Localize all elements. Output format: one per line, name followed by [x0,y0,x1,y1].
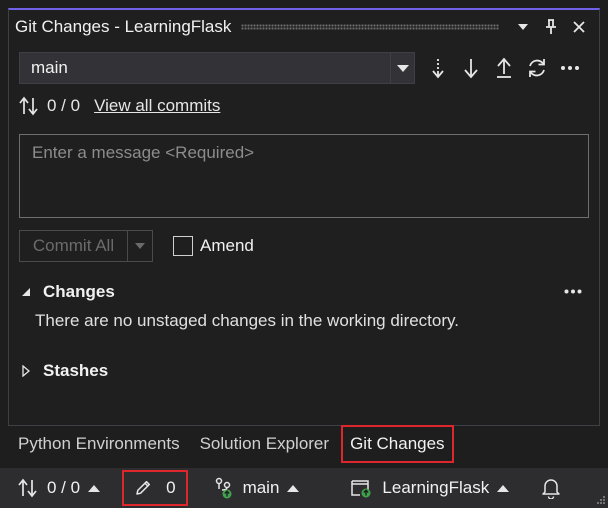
tab-git-changes[interactable]: Git Changes [341,425,454,463]
caret-up-icon [88,484,101,492]
caret-up-icon [287,484,300,492]
status-branch-name: main [242,478,280,497]
caret-down-icon [396,64,409,72]
commit-options-dropdown[interactable] [128,231,152,261]
more-icon [564,289,582,293]
repository-icon [351,480,371,498]
commit-row: Commit All Amend [19,230,254,262]
commit-count: 0 / 0 [47,96,81,115]
tool-window-tabs: Python Environments Solution Explorer Gi… [8,425,600,463]
status-branch[interactable]: main [214,468,300,508]
branch-icon [215,477,232,499]
incoming-outgoing-icon [18,478,37,498]
changes-empty-message: There are no unstaged changes in the wor… [35,311,459,330]
git-changes-panel: Git Changes - LearningFlask main 0 / 0 V… [8,8,600,426]
caret-down-icon [518,24,528,30]
view-all-commits-link[interactable]: View all commits [94,96,220,116]
close-button[interactable] [565,14,593,40]
status-sync-commits[interactable]: 0 / 0 [18,468,101,508]
close-icon [573,21,585,33]
commit-all-button[interactable]: Commit All [20,231,128,261]
arrow-down-icon [463,59,478,79]
amend-checkbox[interactable] [173,236,193,256]
more-actions-button[interactable] [553,53,586,83]
caret-down-icon [135,243,145,249]
branch-toolbar: main [19,52,591,84]
window-title: Git Changes - LearningFlask [15,17,232,36]
status-pending-changes[interactable]: 0 [122,470,188,506]
titlebar-drag-grip[interactable] [241,24,499,30]
branch-dropdown-arrow[interactable] [390,53,414,83]
outgoing-incoming-row: 0 / 0 View all commits [19,92,220,120]
stashes-section-header[interactable]: Stashes [17,358,108,384]
caret-up-icon [497,484,510,492]
fetch-button[interactable] [421,53,454,83]
tool-window-titlebar: Git Changes - LearningFlask [9,10,599,44]
pin-icon [546,19,556,34]
commit-split-button: Commit All [19,230,153,262]
status-repository[interactable]: LearningFlask [351,468,510,508]
status-bar: 0 / 0 0 main LearningFlask [0,468,608,508]
push-icon [496,57,511,78]
push-button[interactable] [487,53,520,83]
window-options-button[interactable] [509,14,537,40]
status-sync-count: 0 / 0 [47,478,81,497]
incoming-outgoing-icon [19,96,38,116]
branch-dropdown[interactable]: main [19,52,415,84]
sync-icon [528,59,545,77]
stashes-title: Stashes [43,361,109,380]
changes-more-button[interactable] [561,280,585,302]
commit-message-input[interactable]: Enter a message <Required> [19,134,589,218]
commit-message-placeholder: Enter a message <Required> [32,143,255,162]
tab-solution-explorer[interactable]: Solution Explorer [190,426,339,462]
changes-title: Changes [43,282,115,301]
pull-button[interactable] [454,53,487,83]
collapsed-chevron-icon [17,365,35,377]
more-icon [560,66,579,70]
status-notifications[interactable] [541,468,561,508]
amend-label: Amend [200,236,254,255]
expanded-chevron-icon [17,287,35,297]
pin-button[interactable] [537,14,565,40]
changes-section-header[interactable]: Changes [17,279,115,305]
git-actions [421,53,586,83]
branch-dropdown-value: main [31,58,68,77]
sync-button[interactable] [520,53,553,83]
resize-grip-icon[interactable] [596,495,606,505]
fetch-icon [431,59,444,79]
status-repo-name: LearningFlask [382,478,490,497]
pencil-icon [136,480,151,495]
status-pending-count: 0 [166,478,176,497]
bell-icon [542,479,560,499]
tab-python-environments[interactable]: Python Environments [8,426,190,462]
